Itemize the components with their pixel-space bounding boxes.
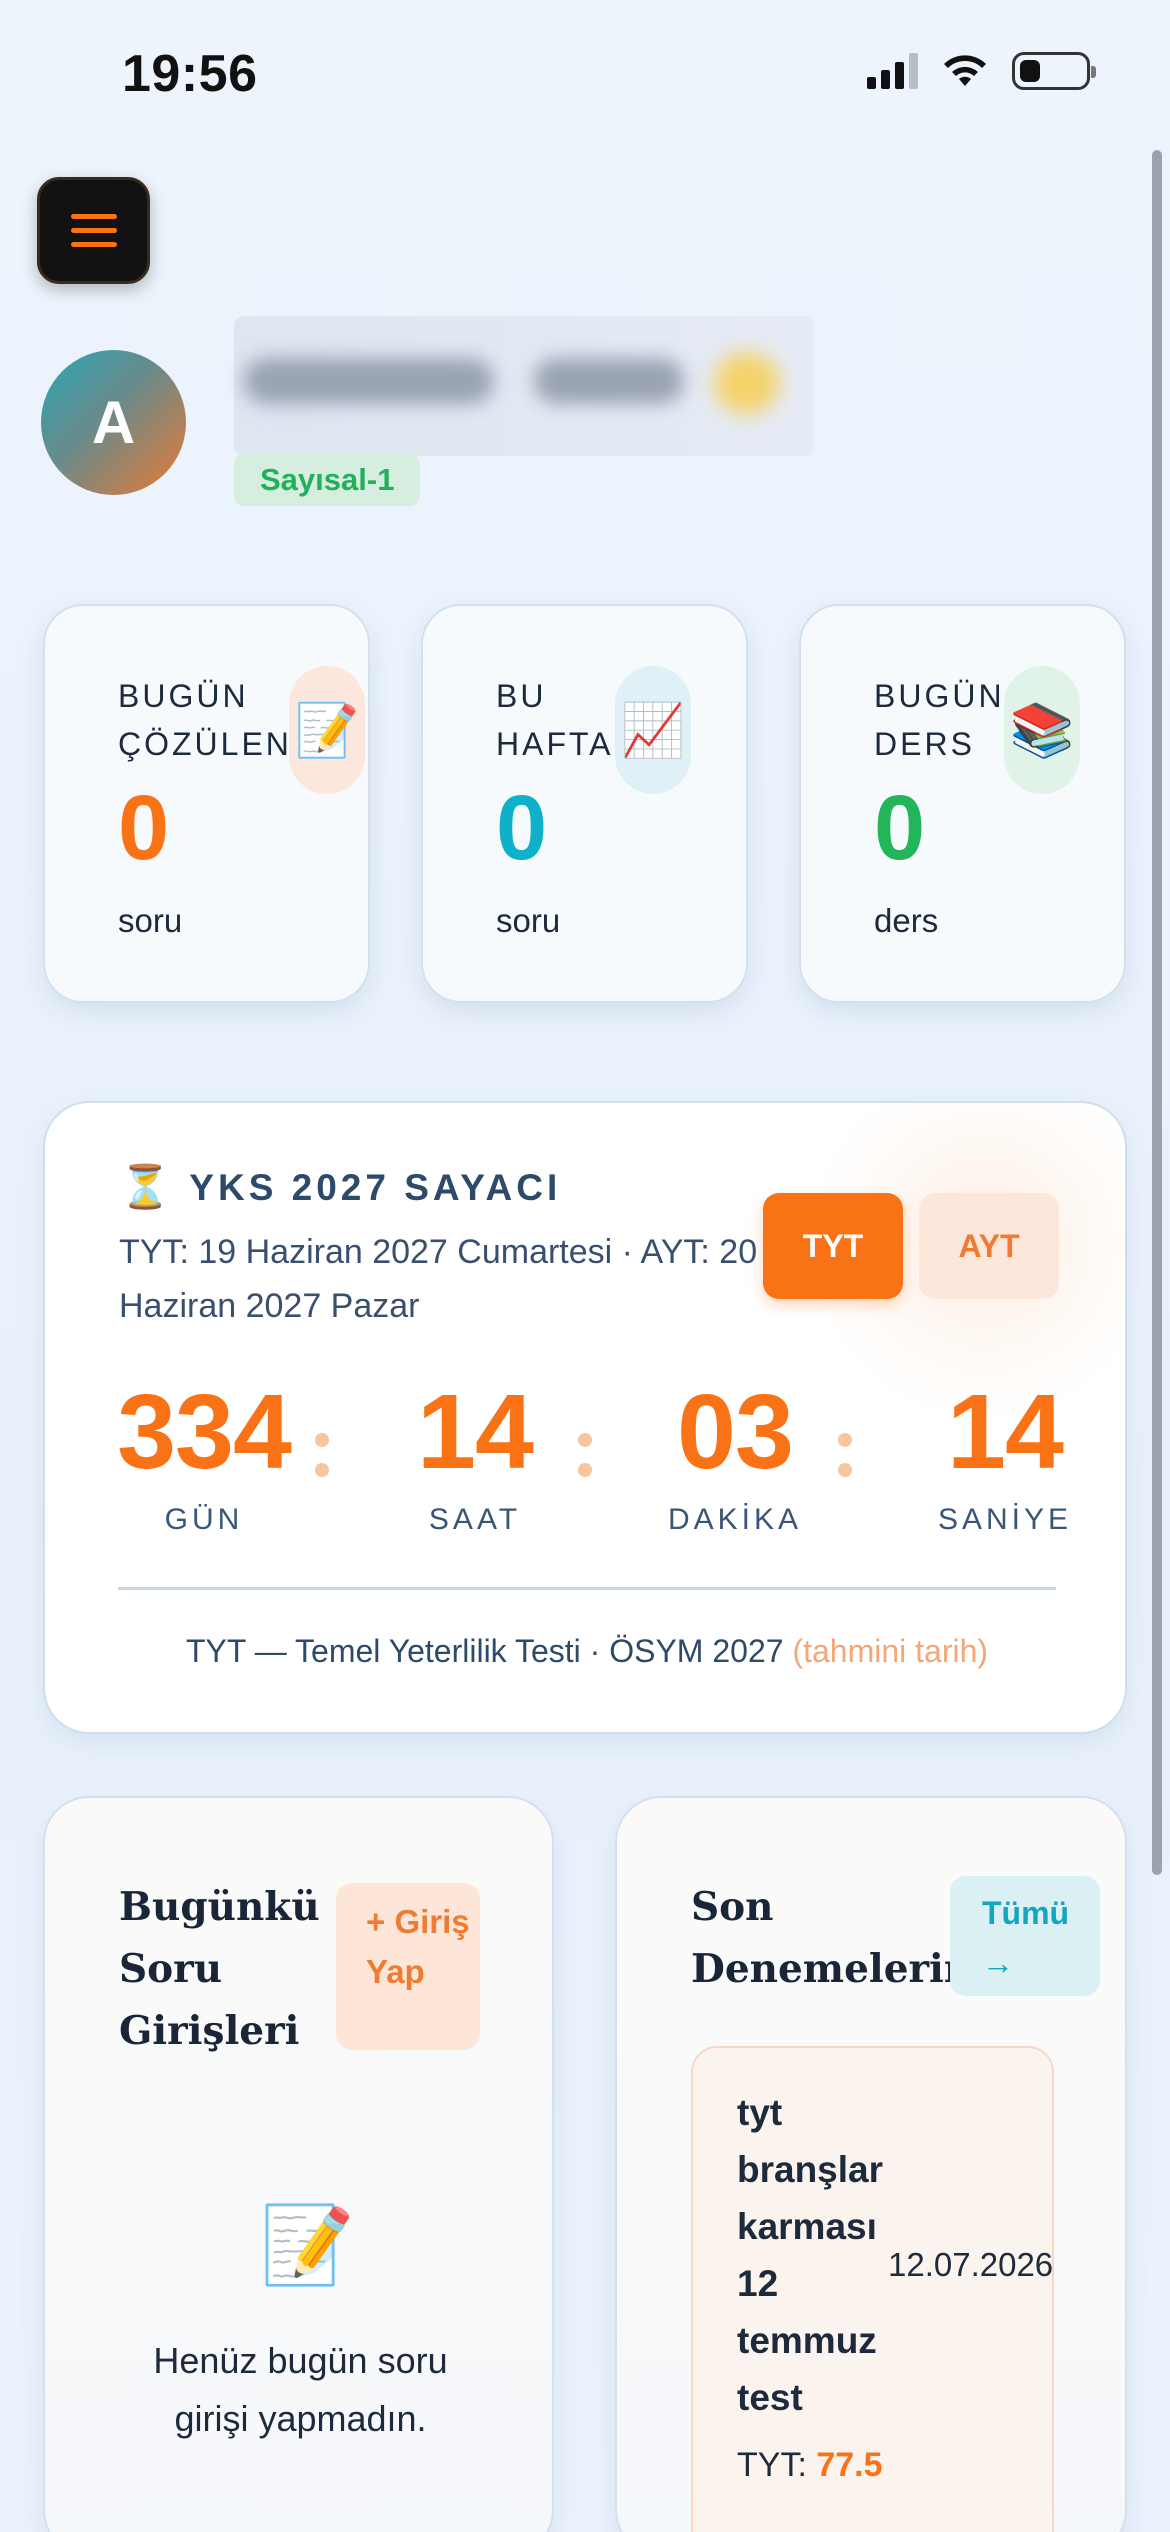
countdown-footer: TYT — Temel Yeterlilik Testi · ÖSYM 2027… — [185, 1633, 989, 1669]
user-name-redacted — [234, 316, 814, 456]
avatar[interactable]: A — [41, 350, 186, 495]
divider — [118, 1587, 1056, 1590]
status-bar: 19:56 — [0, 0, 1170, 150]
stat-label: BUGÜN DERS — [874, 678, 1005, 762]
stat-card-this-week[interactable]: BU HAFTA 📈 0 soru — [421, 604, 748, 1003]
status-time: 19:56 — [122, 45, 258, 103]
app-screen: 19:56 A Sayısal-1 BUGÜN ÇÖZÜLEN 📝 0 soru… — [0, 0, 1170, 2532]
exam-list-item[interactable]: tyt branşlar karması 12 temmuz test 12.0… — [691, 2046, 1054, 2532]
countdown-minutes: 03 DAKİKA — [667, 1373, 803, 1536]
stat-card-today-solved[interactable]: BUGÜN ÇÖZÜLEN 📝 0 soru — [43, 604, 370, 1003]
countdown-separator — [315, 1433, 329, 1477]
add-entry-button[interactable]: + Giriş Yap — [336, 1883, 480, 2050]
countdown-days: 334 GÜN — [117, 1373, 292, 1536]
battery-icon — [1012, 52, 1096, 90]
stat-unit: soru — [496, 902, 561, 939]
stat-value: 0 — [496, 777, 548, 879]
hourglass-icon: ⏳ — [119, 1163, 172, 1210]
countdown-separator — [838, 1433, 852, 1477]
countdown-subtitle: TYT: 19 Haziran 2027 Cumartesi · AYT: 20… — [119, 1233, 758, 1325]
stat-unit: soru — [118, 902, 183, 939]
exam-type-tabs: TYT AYT — [763, 1193, 1059, 1299]
estimate-note: (tahmini tarih) — [792, 1633, 989, 1669]
chart-increasing-icon: 📈 — [615, 666, 691, 794]
menu-button[interactable] — [37, 177, 150, 284]
track-badge: Sayısal-1 — [234, 454, 421, 506]
status-icons — [867, 52, 1096, 90]
scrollbar[interactable] — [1152, 150, 1162, 1875]
panel-title: Bugünkü Soru Girişleri — [119, 1884, 320, 2054]
stat-label: BUGÜN ÇÖZÜLEN — [118, 678, 292, 762]
today-entries-panel: Bugünkü Soru Girişleri + Giriş Yap 📝 Hen… — [43, 1796, 554, 2532]
exam-score: TYT: 77.5 — [737, 2446, 883, 2484]
exam-date: 12.07.2026 — [888, 2246, 1054, 2283]
wifi-icon — [944, 55, 986, 86]
panel-title: Son Denemelerim — [691, 1884, 986, 1992]
tab-tyt[interactable]: TYT — [763, 1193, 903, 1299]
stat-label: BU HAFTA — [496, 678, 614, 762]
stat-unit: ders — [874, 902, 939, 939]
stat-value: 0 — [118, 777, 170, 879]
tab-ayt[interactable]: AYT — [919, 1193, 1059, 1299]
books-icon: 📚 — [1004, 666, 1080, 794]
exam-name: tyt branşlar karması 12 temmuz test — [737, 2092, 884, 2418]
countdown-separator — [578, 1433, 592, 1477]
hamburger-icon — [70, 214, 117, 247]
stat-value: 0 — [874, 777, 926, 879]
memo-icon: 📝 — [260, 2203, 355, 2288]
empty-state-text: Henüz bugün soru girişi yapmadın. — [153, 2340, 448, 2439]
countdown-seconds: 14 SANİYE — [937, 1373, 1073, 1536]
stat-card-today-lessons[interactable]: BUGÜN DERS 📚 0 ders — [799, 604, 1126, 1003]
recent-exams-panel: Son Denemelerim Tümü → tyt branşlar karm… — [615, 1796, 1127, 2532]
view-all-button[interactable]: Tümü → — [950, 1876, 1100, 1996]
memo-icon: 📝 — [289, 666, 365, 794]
yks-countdown-card: ⏳ YKS 2027 SAYACI TYT: 19 Haziran 2027 C… — [43, 1101, 1127, 1734]
countdown-title: ⏳ YKS 2027 SAYACI — [119, 1163, 562, 1210]
countdown-hours: 14 SAAT — [417, 1373, 534, 1536]
cellular-signal-icon — [867, 53, 918, 89]
